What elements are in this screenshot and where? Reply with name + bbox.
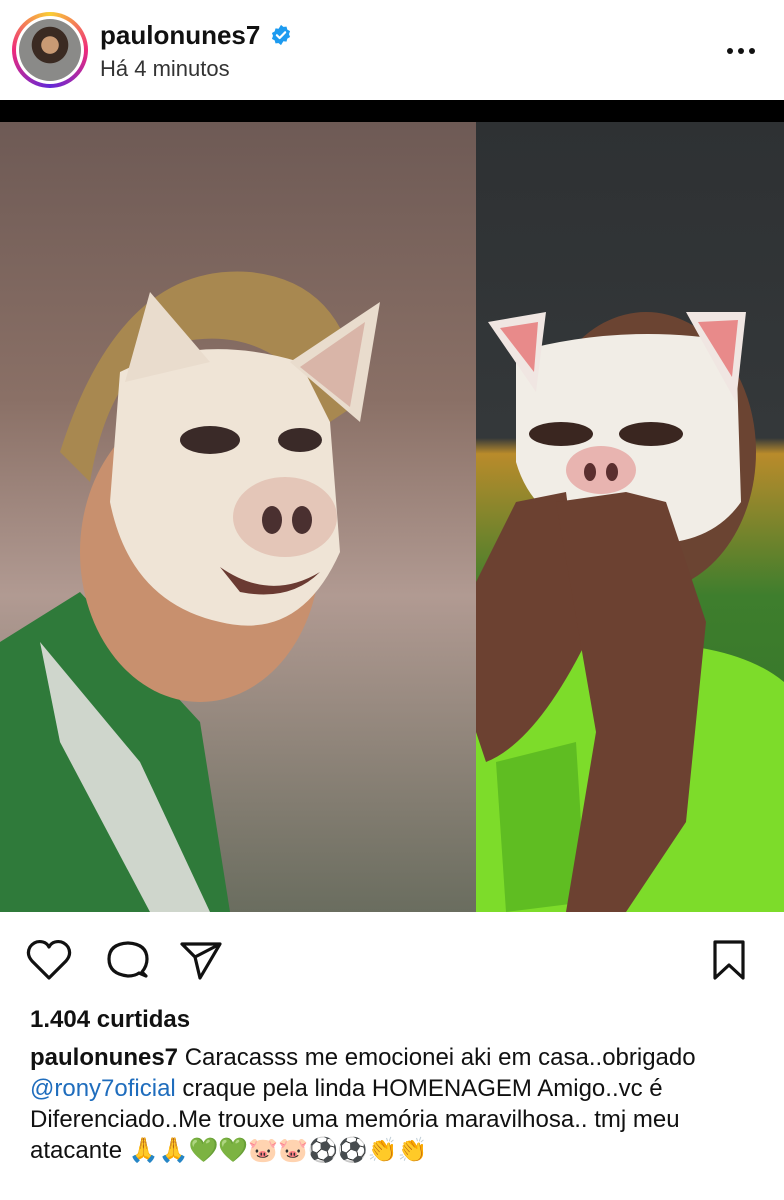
heart-icon[interactable] — [26, 938, 72, 982]
bookmark-icon[interactable] — [706, 938, 752, 982]
post-caption: paulonunes7 Caracasss me emocionei aki e… — [30, 1042, 760, 1166]
post-image[interactable] — [0, 122, 784, 912]
avatar-frame — [16, 16, 84, 84]
caption-mention[interactable]: @rony7oficial — [30, 1075, 176, 1102]
comment-icon[interactable] — [104, 938, 150, 982]
right-player-illustration — [416, 312, 784, 912]
more-options-icon[interactable] — [724, 34, 758, 68]
post-image-right-panel — [416, 122, 784, 912]
caption-username[interactable]: paulonunes7 — [30, 1044, 178, 1071]
avatar[interactable] — [19, 19, 81, 81]
verified-badge-icon — [271, 24, 291, 46]
like-count[interactable]: 1.404 curtidas — [30, 1006, 190, 1034]
image-top-border — [0, 100, 784, 122]
paper-plane-icon[interactable] — [178, 938, 224, 982]
post-timestamp: Há 4 minutos — [100, 56, 230, 81]
story-ring[interactable] — [12, 12, 88, 88]
caption-text-start: Caracasss me emocionei aki em casa..obri… — [178, 1044, 696, 1071]
post-header: paulonunes7 Há 4 minutos — [0, 0, 784, 100]
username[interactable]: paulonunes7 — [100, 20, 260, 51]
post-image-left-panel — [0, 122, 476, 912]
left-player-illustration — [0, 271, 380, 912]
